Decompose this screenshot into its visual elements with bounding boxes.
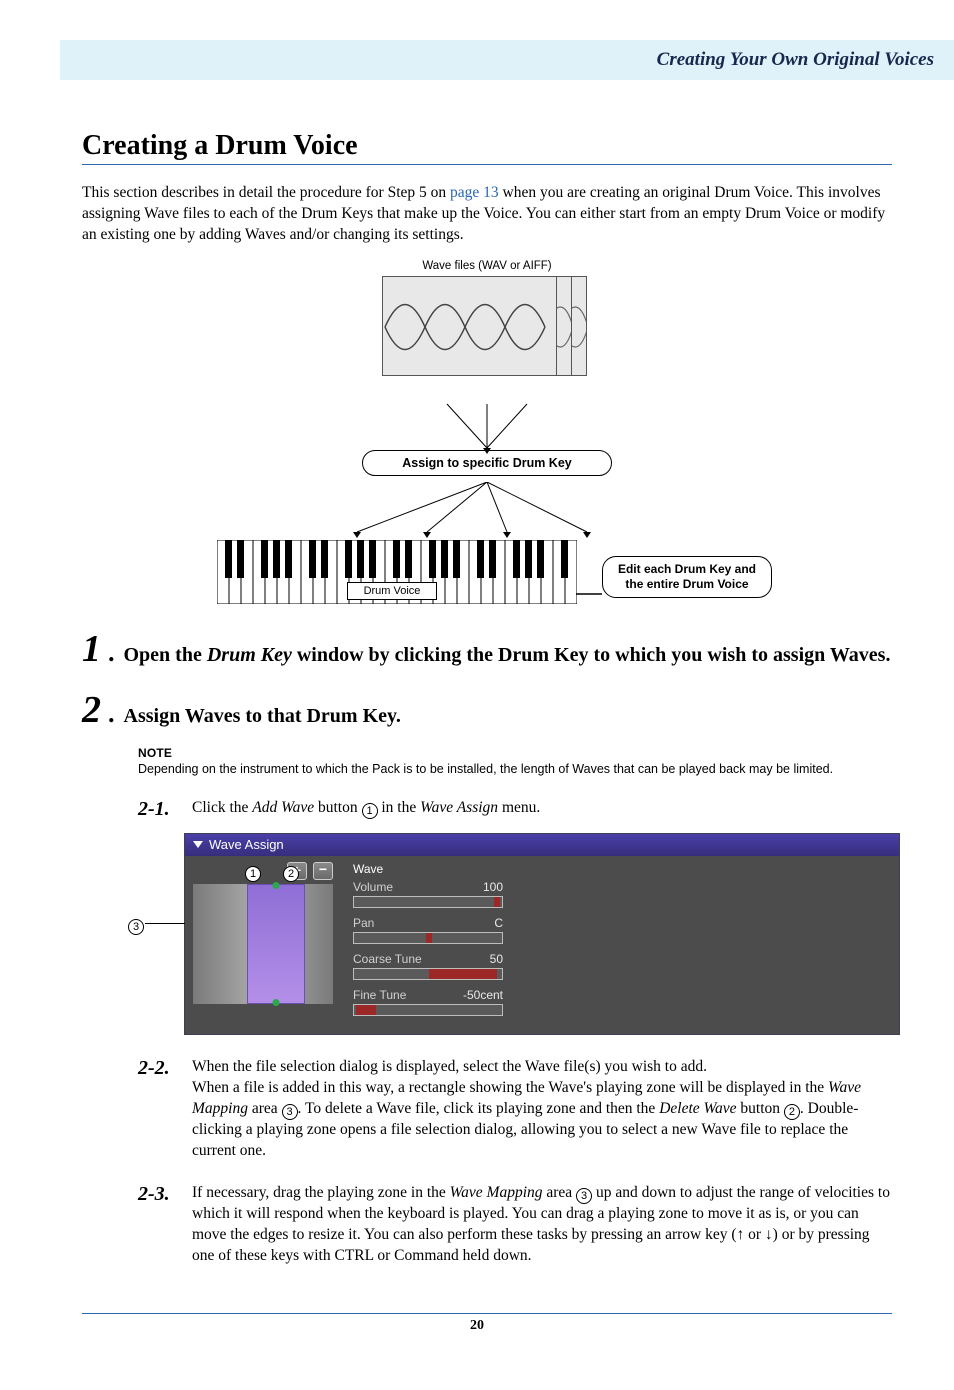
substep-2-2: 2-2. When the file selection dialog is d…: [138, 1057, 892, 1162]
fine-tune-slider[interactable]: [353, 1004, 503, 1016]
page-content: Creating a Drum Voice This section descr…: [82, 130, 892, 1267]
header-band: Creating Your Own Original Voices: [60, 40, 954, 80]
step-title-em: Drum Key: [207, 644, 292, 666]
param-fine-value: -50cent: [463, 988, 503, 1002]
t: menu.: [498, 799, 540, 816]
title-underline: [82, 164, 892, 165]
down-lines-bottom: [277, 482, 697, 540]
down-lines-top: [377, 404, 597, 450]
param-wave-label: Wave: [353, 862, 383, 876]
param-volume-label: Volume: [353, 880, 393, 894]
assignment-diagram: Wave files (WAV or AIFF) Assign to speci…: [217, 260, 757, 606]
t: area: [248, 1100, 282, 1117]
wave-params: Wave Volume 100 Pan C Coarse Tune 50: [341, 856, 515, 1034]
t: in the: [378, 799, 421, 816]
delete-wave-button[interactable]: [313, 862, 333, 880]
substep-body: When the file selection dialog is displa…: [192, 1057, 892, 1162]
wave-assign-title: Wave Assign: [209, 837, 284, 852]
t: If necessary, drag the playing zone in t…: [192, 1184, 450, 1201]
edit-bubble: Edit each Drum Key and the entire Drum V…: [602, 556, 772, 598]
step-2: 2. Assign Waves to that Drum Key.: [82, 691, 892, 730]
page-title: Creating a Drum Voice: [82, 130, 892, 162]
callout-1: 1: [245, 866, 261, 882]
drum-voice-box: Drum Voice: [347, 582, 437, 600]
pan-slider[interactable]: [353, 932, 503, 944]
wave-caption: Wave files (WAV or AIFF): [217, 260, 757, 272]
zone-handle-top[interactable]: [273, 882, 280, 889]
coarse-tune-slider[interactable]: [353, 968, 503, 980]
substep-body: Click the Add Wave button 1 in the Wave …: [192, 798, 892, 821]
t-em: Wave Assign: [420, 799, 498, 816]
t: When the file selection dialog is displa…: [192, 1058, 707, 1075]
t: When a file is added in this way, a rect…: [192, 1079, 828, 1096]
step-number: 1: [82, 630, 101, 668]
step-title: Assign Waves to that Drum Key.: [124, 703, 401, 730]
param-volume-value: 100: [483, 880, 503, 894]
t: area: [543, 1184, 577, 1201]
wave-stack: [382, 276, 592, 396]
step-title-post: window by clicking the Drum Key to which…: [292, 644, 891, 666]
substep-body: If necessary, drag the playing zone in t…: [192, 1183, 892, 1267]
intro-paragraph: This section describes in detail the pro…: [82, 183, 892, 246]
param-pan-value: C: [494, 916, 503, 930]
breadcrumb: Creating Your Own Original Voices: [657, 49, 934, 71]
callout-3: 3: [282, 1104, 298, 1120]
note-block: NOTE Depending on the instrument to whic…: [138, 746, 892, 776]
footer-rule: [82, 1313, 892, 1314]
t: . To delete a Wave file, click its playi…: [298, 1100, 660, 1117]
wave-card: [382, 276, 557, 376]
intro-pre: This section describes in detail the pro…: [82, 184, 450, 201]
keyboard-row: Drum Voice Edit each Drum Key and the en…: [217, 540, 757, 606]
t-em: Add Wave: [252, 799, 314, 816]
zone-handle-bottom[interactable]: [273, 999, 280, 1006]
callout-3-outer: 3: [128, 915, 144, 935]
overlay-callouts: 1 2: [245, 862, 299, 882]
param-coarse-label: Coarse Tune: [353, 952, 422, 966]
t-em: Delete Wave: [659, 1100, 736, 1117]
volume-slider[interactable]: [353, 896, 503, 908]
page-link[interactable]: page 13: [450, 184, 499, 201]
step-number: 2: [82, 691, 101, 729]
note-label: NOTE: [138, 746, 892, 760]
t: button: [314, 799, 361, 816]
connector-line: [576, 582, 602, 584]
step-dot: .: [109, 638, 116, 668]
step-dot: .: [109, 699, 116, 729]
wave-assign-titlebar[interactable]: Wave Assign: [185, 834, 899, 856]
wave-assign-panel: Wave Assign 1 2: [184, 833, 900, 1035]
t-em: Wave Mapping: [450, 1184, 543, 1201]
edit-line2: the entire Drum Voice: [625, 577, 748, 591]
playing-zone[interactable]: [247, 884, 305, 1004]
substep-2-3: 2-3. If necessary, drag the playing zone…: [138, 1183, 892, 1267]
param-pan-label: Pan: [353, 916, 374, 930]
substep-2-1: 2-1. Click the Add Wave button 1 in the …: [138, 798, 892, 821]
callout-2: 2: [283, 866, 299, 882]
wave-assign-body: 1 2: [185, 856, 899, 1034]
param-fine-label: Fine Tune: [353, 988, 406, 1002]
t: Click the: [192, 799, 252, 816]
wave-assign-screenshot: 3 Wave Assign 1 2: [128, 833, 892, 1035]
note-text: Depending on the instrument to which the…: [138, 762, 892, 776]
substep-number: 2-1.: [138, 798, 180, 821]
t: button: [737, 1100, 784, 1117]
substep-number: 2-2.: [138, 1057, 180, 1162]
wave-mapping-graph[interactable]: [193, 884, 333, 1004]
step-1: 1. Open the Drum Key window by clicking …: [82, 630, 892, 669]
edit-line1: Edit each Drum Key and: [618, 562, 756, 576]
disclosure-triangle-icon[interactable]: [193, 841, 203, 848]
callout-2: 2: [784, 1104, 800, 1120]
callout-3: 3: [576, 1188, 592, 1204]
callout-3-line: [145, 923, 185, 924]
step-title-pre: Open the: [124, 644, 207, 666]
param-coarse-value: 50: [490, 952, 503, 966]
step-title: Open the Drum Key window by clicking the…: [124, 642, 891, 669]
substep-number: 2-3.: [138, 1183, 180, 1267]
wave-mapping-area: 1 2: [185, 856, 341, 1034]
page-number: 20: [0, 1318, 954, 1334]
callout-3: 3: [128, 919, 144, 935]
callout-1: 1: [362, 803, 378, 819]
